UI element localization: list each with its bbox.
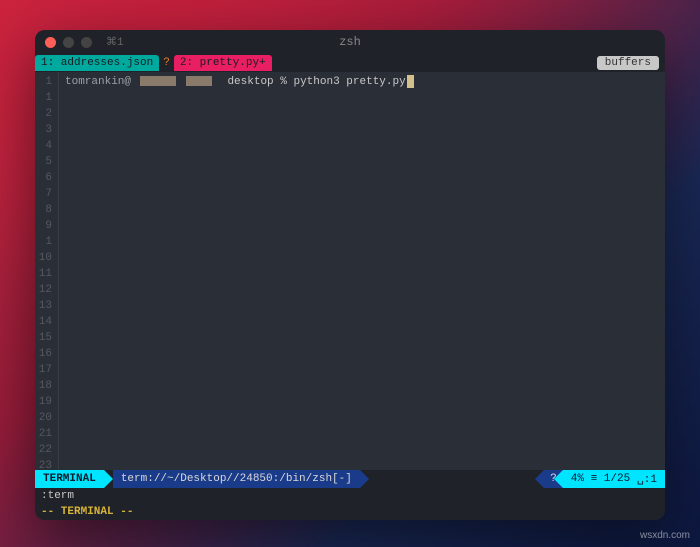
line-number: 12 — [35, 282, 52, 298]
status-path: term://~/Desktop//24850:/bin/zsh[-] — [113, 470, 360, 488]
line-number: 21 — [35, 426, 52, 442]
line-number: 17 — [35, 362, 52, 378]
status-mode-label: TERMINAL — [43, 473, 96, 485]
status-mode: TERMINAL — [35, 470, 104, 488]
line-number: 4 — [35, 138, 52, 154]
minimize-icon[interactable] — [63, 37, 74, 48]
line-number: 8 — [35, 202, 52, 218]
line-number: 18 — [35, 378, 52, 394]
editor-area[interactable]: 112345678911011121314151617181920212223 … — [35, 72, 665, 470]
line-number: 6 — [35, 170, 52, 186]
titlebar: ⌘1 zsh — [35, 30, 665, 54]
status-col-info: ␣:1 — [637, 472, 657, 486]
line-number: 1 — [35, 74, 52, 90]
status-line-info: ≡ 1/25 — [591, 473, 631, 485]
status-stats: 4% ≡ 1/25 ␣:1 — [563, 470, 665, 488]
terminal-content[interactable]: tomrankin@ desktop % python3 pretty.py — [59, 72, 665, 470]
question-icon: ? — [163, 57, 170, 69]
prompt-separator: % — [280, 76, 287, 88]
line-number: 7 — [35, 186, 52, 202]
buffer-bar: 1: addresses.json ? 2: pretty.py+ buffer… — [35, 54, 665, 72]
line-number: 23 — [35, 458, 52, 470]
maximize-icon[interactable] — [81, 37, 92, 48]
cursor-icon — [407, 75, 414, 88]
prompt-path: desktop — [227, 76, 273, 88]
buffer-tab-label: 2: pretty.py+ — [180, 57, 266, 69]
line-number: 22 — [35, 442, 52, 458]
line-number: 2 — [35, 106, 52, 122]
prompt-command: python3 pretty.py — [293, 76, 405, 88]
prompt-line: tomrankin@ desktop % python3 pretty.py — [65, 74, 659, 90]
line-number-gutter: 112345678911011121314151617181920212223 — [35, 72, 59, 470]
status-line: TERMINAL term://~/Desktop//24850:/bin/zs… — [35, 470, 665, 488]
status-right: ? 4% ≡ 1/25 ␣:1 — [544, 470, 665, 488]
buffer-tab-1[interactable]: 1: addresses.json — [35, 55, 159, 71]
line-number: 14 — [35, 314, 52, 330]
terminal-window: ⌘1 zsh 1: addresses.json ? 2: pretty.py+… — [35, 30, 665, 520]
line-number: 13 — [35, 298, 52, 314]
command-line[interactable]: :term — [35, 488, 665, 504]
mode-line: -- TERMINAL -- — [35, 504, 665, 520]
redacted-host-1 — [140, 76, 176, 86]
line-number: 1 — [35, 234, 52, 250]
buffer-tab-icon: ? — [159, 55, 174, 71]
traffic-lights — [45, 37, 92, 48]
line-number: 20 — [35, 410, 52, 426]
window-title: zsh — [339, 35, 361, 49]
prompt-user: tomrankin@ — [65, 76, 131, 88]
status-path-label: term://~/Desktop//24850:/bin/zsh[-] — [121, 473, 352, 485]
watermark: wsxdn.com — [640, 530, 690, 541]
line-number: 16 — [35, 346, 52, 362]
line-number: 1 — [35, 90, 52, 106]
line-number: 3 — [35, 122, 52, 138]
line-number: 11 — [35, 266, 52, 282]
buffer-tab-2[interactable]: 2: pretty.py+ — [174, 55, 272, 71]
status-percent: 4% — [571, 473, 584, 485]
line-number: 19 — [35, 394, 52, 410]
buffer-tab-label: 1: addresses.json — [41, 57, 153, 69]
redacted-host-2 — [186, 76, 212, 86]
tab-indicator: ⌘1 — [106, 35, 124, 49]
line-number: 10 — [35, 250, 52, 266]
line-number: 9 — [35, 218, 52, 234]
line-number: 5 — [35, 154, 52, 170]
buffers-label: buffers — [597, 56, 659, 70]
close-icon[interactable] — [45, 37, 56, 48]
line-number: 15 — [35, 330, 52, 346]
